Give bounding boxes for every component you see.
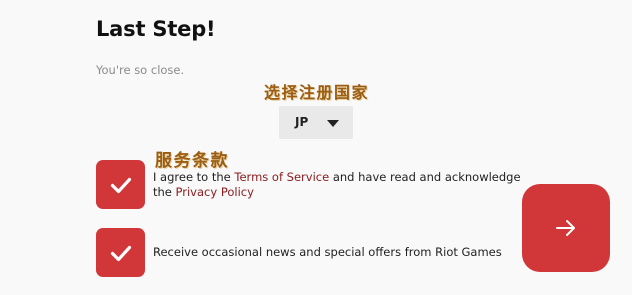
- checkmark-icon: [110, 245, 131, 261]
- chevron-down-icon: [327, 120, 339, 127]
- page-title: Last Step!: [96, 17, 216, 41]
- tos-agreement-text: I agree to the Terms of Service and have…: [153, 170, 528, 200]
- privacy-policy-link[interactable]: Privacy Policy: [176, 185, 254, 199]
- tos-annotation: 服务条款: [155, 151, 229, 171]
- news-optin-text: Receive occasional news and special offe…: [153, 245, 502, 259]
- terms-of-service-link[interactable]: Terms of Service: [234, 170, 329, 184]
- country-select[interactable]: JP: [279, 106, 353, 139]
- tos-text-before: I agree to the: [153, 170, 235, 184]
- arrow-right-icon: [556, 220, 575, 236]
- checkmark-icon: [110, 177, 131, 193]
- tos-checkbox[interactable]: [96, 160, 145, 209]
- page-subtitle: You're so close.: [96, 63, 185, 77]
- country-select-value: JP: [295, 115, 309, 129]
- next-button[interactable]: [522, 184, 610, 272]
- country-annotation: 选择注册国家: [264, 83, 370, 102]
- news-checkbox[interactable]: [96, 228, 145, 277]
